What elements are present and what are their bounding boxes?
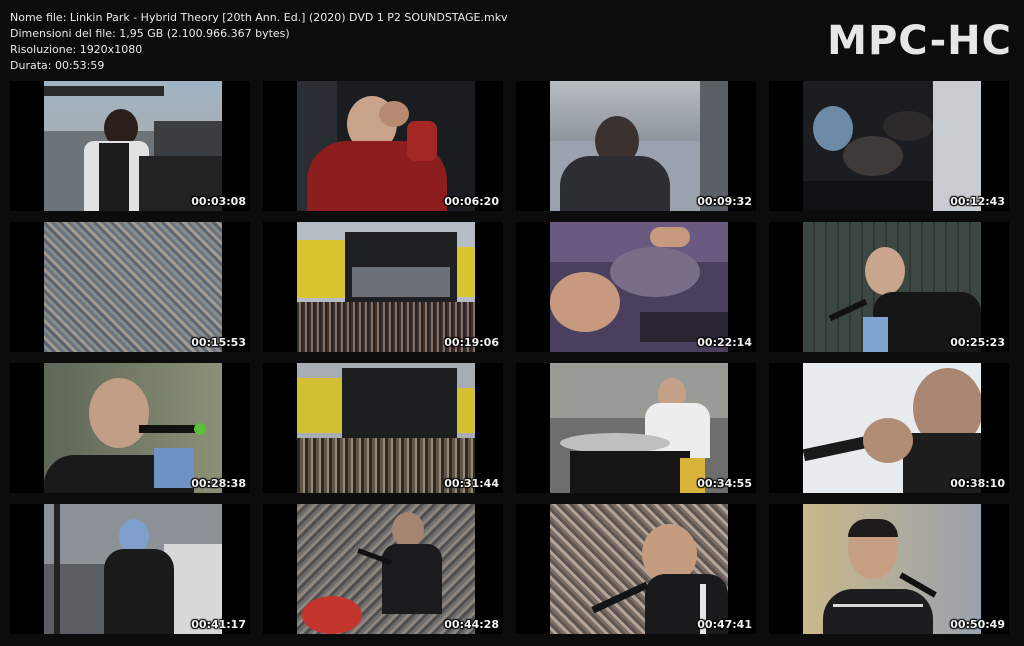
timestamp: 00:31:44 [444, 477, 499, 490]
video-frame [297, 222, 475, 352]
thumbnail: 00:19:06 [263, 222, 503, 352]
video-frame [550, 81, 728, 211]
timestamp: 00:41:17 [191, 618, 246, 631]
video-frame [44, 222, 222, 352]
timestamp: 00:44:28 [444, 618, 499, 631]
timestamp: 00:15:53 [191, 336, 246, 349]
video-frame [44, 504, 222, 634]
thumbnail: 00:38:10 [769, 363, 1009, 493]
thumbnail: 00:28:38 [10, 363, 250, 493]
video-frame [297, 81, 475, 211]
video-frame [803, 363, 981, 493]
video-frame [803, 81, 981, 211]
video-frame [550, 504, 728, 634]
thumbnail: 00:06:20 [263, 81, 503, 211]
video-frame [550, 222, 728, 352]
timestamp: 00:38:10 [950, 477, 1005, 490]
thumbnail: 00:50:49 [769, 504, 1009, 634]
thumbnail: 00:34:55 [516, 363, 756, 493]
timestamp: 00:19:06 [444, 336, 499, 349]
thumbnail: 00:25:23 [769, 222, 1009, 352]
thumbnail: 00:31:44 [263, 363, 503, 493]
timestamp: 00:28:38 [191, 477, 246, 490]
file-size: Dimensioni del file: 1,95 GB (2.100.966.… [10, 27, 290, 40]
video-frame [297, 504, 475, 634]
timestamp: 00:22:14 [697, 336, 752, 349]
video-frame [44, 363, 222, 493]
thumbnail: 00:15:53 [10, 222, 250, 352]
video-resolution: Risoluzione: 1920x1080 [10, 43, 143, 56]
thumbnail: 00:12:43 [769, 81, 1009, 211]
video-frame [803, 504, 981, 634]
timestamp: 00:12:43 [950, 195, 1005, 208]
file-info: Nome file: Linkin Park - Hybrid Theory [… [10, 10, 508, 74]
thumbnail: 00:09:32 [516, 81, 756, 211]
video-frame [550, 363, 728, 493]
video-duration: Durata: 00:53:59 [10, 59, 105, 72]
timestamp: 00:03:08 [191, 195, 246, 208]
video-frame [297, 363, 475, 493]
timestamp: 00:06:20 [444, 195, 499, 208]
thumbnail: 00:44:28 [263, 504, 503, 634]
thumbnail: 00:47:41 [516, 504, 756, 634]
thumbnail: 00:22:14 [516, 222, 756, 352]
video-frame [803, 222, 981, 352]
mpc-hc-logo: MPC-HC [827, 18, 1012, 64]
timestamp: 00:09:32 [697, 195, 752, 208]
timestamp: 00:47:41 [697, 618, 752, 631]
thumbnail-grid: 00:03:08 00:06:20 00:09:32 00:12:43 00:1… [10, 81, 1009, 634]
file-name: Nome file: Linkin Park - Hybrid Theory [… [10, 11, 508, 24]
timestamp: 00:50:49 [950, 618, 1005, 631]
timestamp: 00:34:55 [697, 477, 752, 490]
thumbnail: 00:03:08 [10, 81, 250, 211]
timestamp: 00:25:23 [950, 336, 1005, 349]
video-frame [44, 81, 222, 211]
thumbnail: 00:41:17 [10, 504, 250, 634]
